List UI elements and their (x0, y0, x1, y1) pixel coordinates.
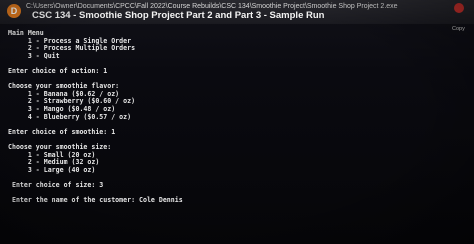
app-icon: D (7, 4, 21, 18)
menu-item: 2 - Process Multiple Orders (8, 44, 136, 53)
console-output: Main Menu 1 - Process a Single Order 2 -… (8, 29, 448, 205)
title-bar: D C:\Users\Owner\Documents\CPCC\Fall 202… (0, 0, 474, 24)
action-prompt: Enter choice of action: 1 (8, 66, 108, 75)
smoothie-prompt: Enter choice of smoothie: 1 (8, 127, 116, 136)
slide-title: CSC 134 - Smoothie Shop Project Part 2 a… (32, 10, 325, 21)
console-window: D C:\Users\Owner\Documents\CPCC\Fall 202… (0, 0, 474, 244)
size-option: 3 - Large (40 oz) (8, 165, 96, 174)
menu-item: 3 - Quit (8, 51, 60, 60)
size-prompt: Enter choice of size: 3 (8, 180, 104, 189)
copy-button[interactable]: Copy (452, 26, 465, 32)
flavor-option: 4 - Blueberry ($0.57 / oz) (8, 112, 132, 121)
customer-name-prompt: Enter the name of the customer: Cole Den… (8, 196, 183, 205)
close-icon[interactable] (454, 3, 464, 13)
